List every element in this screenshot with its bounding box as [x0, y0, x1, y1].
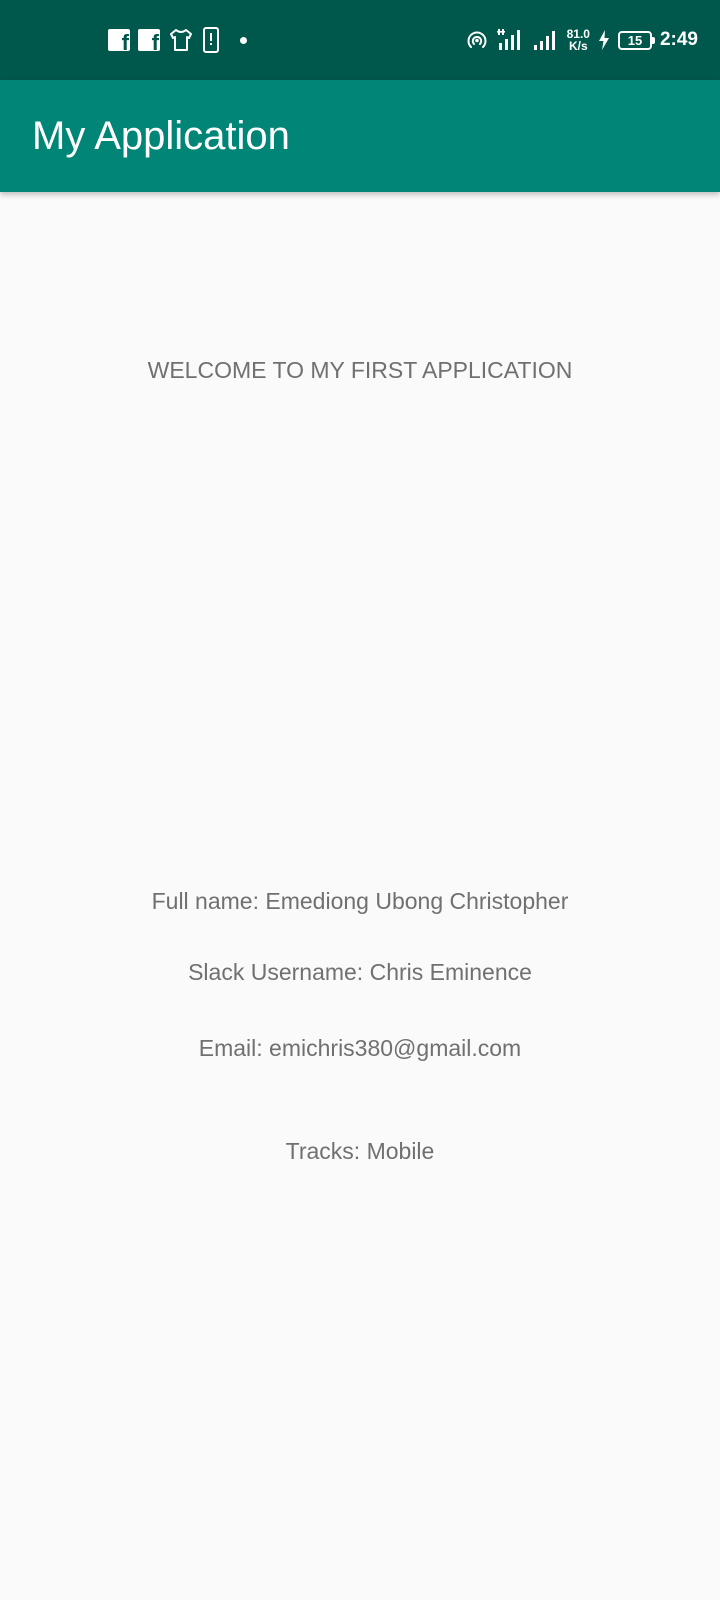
email-text: Email: emichris380@gmail.com: [198, 1035, 522, 1061]
app-title: My Application: [32, 114, 290, 158]
tracks-text: Tracks: Mobile: [285, 1138, 435, 1164]
tshirt-icon: [170, 29, 192, 51]
battery-level: 15: [627, 32, 643, 48]
charging-icon: [598, 30, 609, 50]
welcome-text: WELCOME TO MY FIRST APPLICATION: [147, 357, 573, 383]
full-name-text: Full name: Emediong Ubong Christopher: [151, 888, 569, 914]
hotspot-icon: [467, 31, 487, 48]
facebook-icon: f: [108, 29, 130, 51]
battery-icon: 15: [617, 30, 655, 50]
network-speed-unit: K/s: [568, 39, 588, 53]
facebook-icon: f: [138, 29, 160, 51]
notification-dot-icon: [240, 36, 247, 44]
signal-icon: [533, 31, 555, 50]
status-bar-notifications: f f: [108, 26, 247, 54]
status-clock: 2:49: [659, 29, 698, 50]
slack-username-text: Slack Username: Chris Eminence: [188, 959, 532, 985]
signal-icon: [496, 29, 520, 50]
status-bar-system: 81.0 K/s 15 2:49: [465, 24, 698, 56]
app-bar: My Application: [0, 80, 720, 192]
status-bar: f f 81.0 K/s 15 2:49: [0, 0, 720, 80]
phone-alert-icon: [203, 27, 219, 53]
network-speed: 81.0 K/s: [567, 28, 590, 52]
